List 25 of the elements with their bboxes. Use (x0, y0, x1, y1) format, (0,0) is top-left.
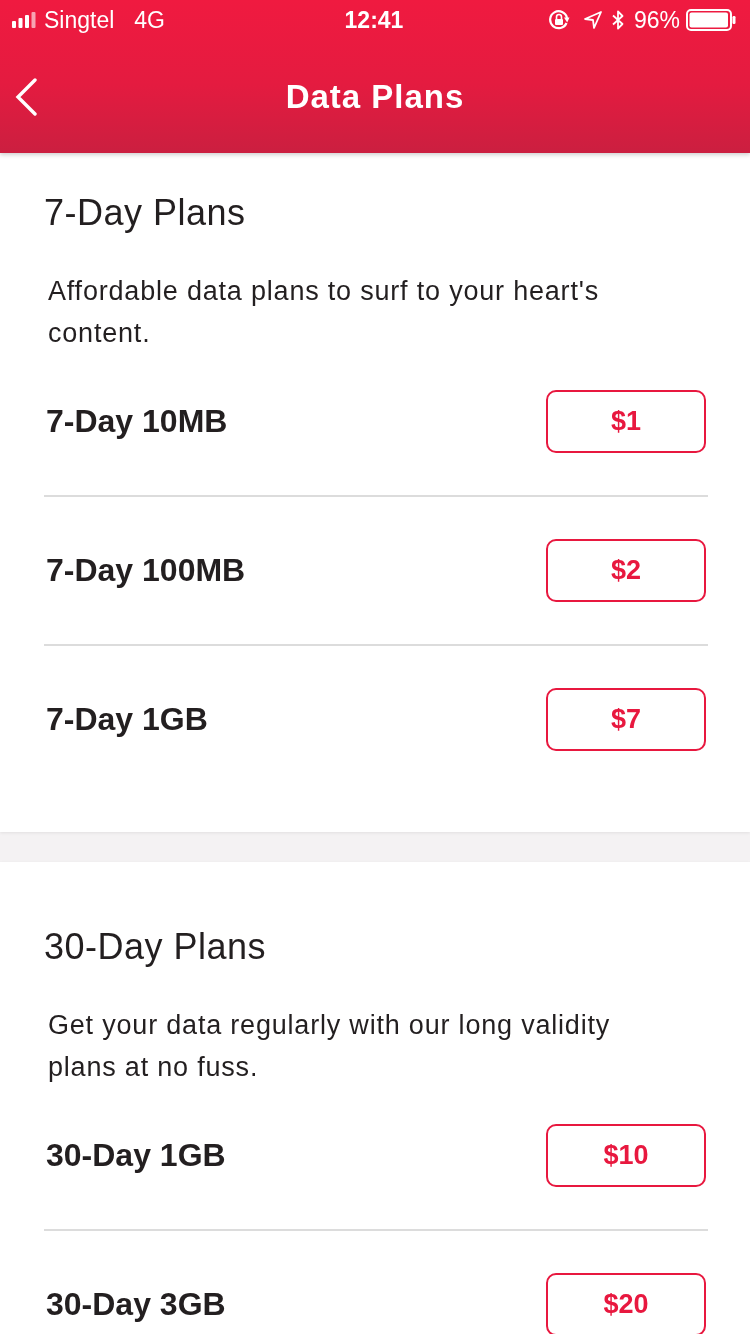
status-time: 12:41 (344, 6, 404, 34)
section-title: 30-Day Plans (44, 925, 268, 969)
signal-icon (12, 12, 36, 28)
price-button[interactable]: $1 (546, 390, 706, 453)
plan-name: 30-Day 3GB (46, 1286, 226, 1323)
battery-percent: 96% (633, 6, 680, 34)
section-description: Get your data regularly with our long validity plans at no fuss. (48, 1009, 612, 1084)
section-description: Affordable data plans to surf to your heart's content. (48, 275, 600, 350)
plan-name: 7-Day 100MB (46, 552, 246, 589)
battery-icon (686, 9, 736, 31)
plan-name: 30-Day 1GB (46, 1137, 226, 1174)
plan-name: 7-Day 1GB (46, 701, 208, 738)
chevron-left-icon (15, 77, 37, 116)
section-title: 7-Day Plans (44, 191, 247, 235)
price-button[interactable]: $10 (546, 1124, 706, 1187)
price-button[interactable]: $2 (546, 539, 706, 602)
price-button[interactable]: $7 (546, 688, 706, 751)
network-type: 4G (134, 6, 165, 34)
bluetooth-icon (611, 10, 624, 30)
price-button[interactable]: $20 (546, 1273, 706, 1334)
page-title: Data Plans (284, 77, 466, 116)
location-arrow-icon (583, 11, 602, 29)
rotation-lock-icon (547, 9, 570, 31)
carrier-name: Singtel (44, 6, 115, 34)
plan-name: 7-Day 10MB (46, 403, 228, 440)
